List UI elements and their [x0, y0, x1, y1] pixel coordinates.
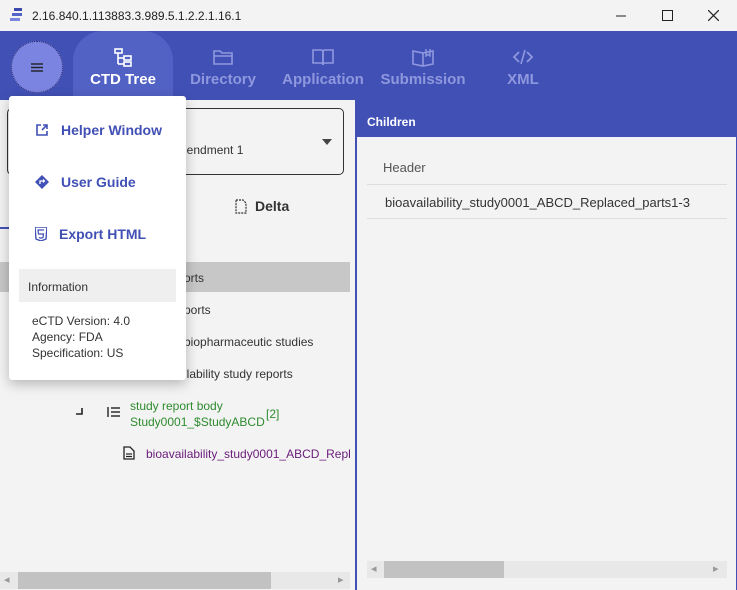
menu-button[interactable]: [11, 41, 63, 93]
user-guide-item[interactable]: User Guide: [9, 164, 186, 200]
menu-item-label: Helper Window: [61, 122, 162, 138]
list-icon: [107, 407, 120, 417]
tree-node-label[interactable]: ports: [184, 303, 211, 317]
tree-node-count: [2]: [266, 407, 280, 421]
book-icon: [312, 49, 334, 66]
minimize-button[interactable]: [598, 0, 644, 31]
ectd-version: eCTD Version: 4.0: [32, 314, 131, 328]
tree-node-sublabel[interactable]: Study0001_$StudyABCD: [130, 415, 265, 429]
maximize-button[interactable]: [644, 0, 690, 31]
scroll-right-icon[interactable]: ▸: [338, 573, 344, 586]
close-icon: [707, 10, 719, 21]
menu-item-label: User Guide: [61, 174, 136, 190]
code-icon: [512, 49, 534, 65]
tab-directory[interactable]: Directory: [178, 31, 268, 100]
app-logo-icon: [10, 8, 22, 21]
html5-icon: [35, 227, 47, 241]
specification: Specification: US: [32, 346, 124, 360]
children-pane: Children Header bioavailability_study000…: [356, 100, 737, 590]
maximize-icon: [661, 10, 673, 21]
document-icon: [235, 198, 247, 214]
tab-label: Submission: [380, 71, 466, 88]
menu-item-label: Export HTML: [59, 226, 147, 242]
tab-xml[interactable]: XML: [490, 31, 556, 100]
scroll-right-icon[interactable]: ▸: [713, 562, 719, 575]
folder-icon: [213, 50, 233, 65]
tab-label: XML: [507, 71, 539, 88]
tab-label: CTD Tree: [90, 71, 156, 88]
window-title: 2.16.840.1.113883.3.989.5.1.2.2.1.16.1: [32, 9, 242, 23]
children-header: Children: [357, 100, 736, 137]
tree-icon: [114, 48, 132, 67]
export-html-item[interactable]: Export HTML: [9, 216, 186, 252]
delta-label: Delta: [255, 198, 290, 214]
information-header: Information: [19, 269, 176, 302]
tree-node-label[interactable]: biopharmaceutic studies: [184, 335, 313, 349]
helper-window-item[interactable]: Helper Window: [9, 112, 186, 148]
tree-leaf-label[interactable]: bioavailability_study0001_ABCD_Replac: [146, 447, 350, 461]
expand-arrow-icon[interactable]: [76, 408, 84, 416]
direction-icon: [35, 175, 49, 189]
delta-toggle[interactable]: Delta: [235, 198, 289, 214]
minimize-icon: [616, 15, 626, 16]
hamburger-icon: [31, 62, 43, 72]
tree-node-label[interactable]: orts: [184, 271, 204, 285]
tree-node-label[interactable]: study report body: [130, 399, 223, 413]
scroll-left-icon[interactable]: ◂: [371, 562, 377, 575]
tab-label: Application: [282, 71, 364, 88]
title-bar: 2.16.840.1.113883.3.989.5.1.2.2.1.16.1: [0, 0, 737, 31]
tree-node-label[interactable]: ilability study reports: [184, 367, 293, 381]
tab-ctd-tree[interactable]: CTD Tree: [73, 31, 173, 100]
tab-submission[interactable]: Submission: [376, 31, 470, 100]
open-book-icon: [412, 49, 434, 67]
scrollbar-thumb[interactable]: [384, 561, 504, 578]
agency: Agency: FDA: [32, 330, 103, 344]
close-button[interactable]: [690, 0, 736, 31]
submission-select-value: nendment 1: [180, 143, 244, 157]
tab-label: Directory: [190, 71, 256, 88]
scroll-left-icon[interactable]: ◂: [4, 573, 10, 586]
main-menu-popup: Helper Window User Guide Export HTML Inf…: [9, 96, 186, 380]
scrollbar-thumb[interactable]: [18, 572, 271, 589]
column-header[interactable]: Header: [367, 157, 727, 185]
external-window-icon: [36, 124, 48, 136]
table-row[interactable]: bioavailability_study0001_ABCD_Replaced_…: [367, 185, 727, 219]
chevron-down-icon[interactable]: [322, 139, 332, 145]
file-icon: [123, 446, 135, 460]
tab-application[interactable]: Application: [276, 31, 370, 100]
